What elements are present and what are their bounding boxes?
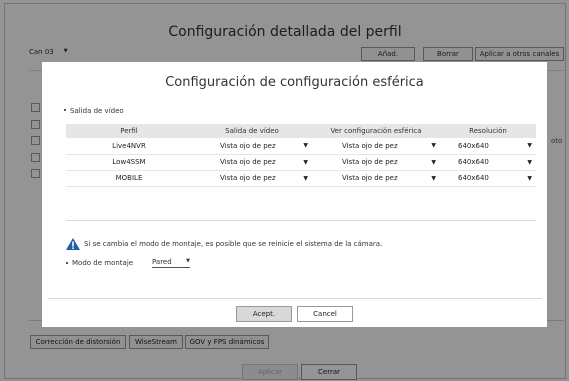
mount-mode-label: Modo de montaje [72,259,134,267]
video-output-select[interactable]: Vista ojo de pez ▼ [192,158,312,166]
dialog-title: Configuración de configuración esférica [165,75,424,90]
profile-name: Low4SSM [66,154,192,171]
video-output-table: Perfil Salida de vídeo Ver configuración… [66,124,536,187]
divider [66,220,536,221]
select-value: 640x640 [458,158,489,166]
mount-warning: Si se cambia el modo de montaje, es posi… [66,238,382,250]
column-header-view-config: Ver configuración esférica [312,124,440,138]
chevron-down-icon: ▼ [186,258,190,264]
dropdown-arrow-icon: ▼ [303,142,308,150]
video-output-select[interactable]: Vista ojo de pez ▼ [192,142,312,150]
profile-name: MOBILE [66,170,192,187]
select-value: Vista ojo de pez [342,158,398,166]
select-value: Vista ojo de pez [342,174,398,182]
select-value: 640x640 [458,174,489,182]
resolution-select[interactable]: 640x640 ▼ [440,142,536,150]
mount-mode-select[interactable]: Pared ▼ [152,258,190,268]
dropdown-arrow-icon: ▼ [431,158,436,166]
dropdown-arrow-icon: ▼ [431,174,436,182]
warning-triangle-icon [66,238,80,250]
dropdown-arrow-icon: ▼ [527,142,532,150]
video-output-select[interactable]: Vista ojo de pez ▼ [192,174,312,182]
dropdown-arrow-icon: ▼ [431,142,436,150]
bullet-icon [66,262,68,264]
section-label: Salida de vídeo [70,107,124,115]
table-row: Live4NVR Vista ojo de pez ▼ Vista ojo de … [66,138,536,155]
warning-text: Si se cambia el modo de montaje, es posi… [84,240,383,248]
section-video-output: Salida de vídeo [64,107,124,115]
accept-button[interactable]: Acept. [236,306,292,322]
profile-name: Live4NVR [66,138,192,155]
view-config-select[interactable]: Vista ojo de pez ▼ [312,174,440,182]
select-value: 640x640 [458,141,489,150]
select-value: Vista ojo de pez [220,141,276,150]
cancel-button[interactable]: Cancel [297,306,353,322]
view-config-select[interactable]: Vista ojo de pez ▼ [312,142,440,150]
view-config-select[interactable]: Vista ojo de pez ▼ [312,158,440,166]
select-value: Vista ojo de pez [220,174,276,182]
table-row: MOBILE Vista ojo de pez ▼ Vista ojo de pe… [66,170,536,187]
select-value: Pared [152,258,172,266]
resolution-select[interactable]: 640x640 ▼ [440,174,536,182]
select-value: Vista ojo de pez [342,141,398,150]
select-value: Vista ojo de pez [220,158,276,166]
mount-mode-row: Modo de montaje Pared ▼ [66,258,190,268]
column-header-profile: Perfil [66,124,192,138]
dropdown-arrow-icon: ▼ [527,174,532,182]
bullet-icon [64,109,66,111]
dropdown-arrow-icon: ▼ [303,158,308,166]
table-row: Low4SSM Vista ojo de pez ▼ Vista ojo de p… [66,154,536,171]
column-header-video-output: Salida de vídeo [192,124,312,138]
dropdown-arrow-icon: ▼ [527,158,532,166]
resolution-select[interactable]: 640x640 ▼ [440,158,536,166]
dropdown-arrow-icon: ▼ [303,174,308,182]
column-header-resolution: Resolución [440,124,536,138]
divider [48,298,542,299]
fisheye-config-dialog: Configuración de configuración esférica … [42,62,547,327]
